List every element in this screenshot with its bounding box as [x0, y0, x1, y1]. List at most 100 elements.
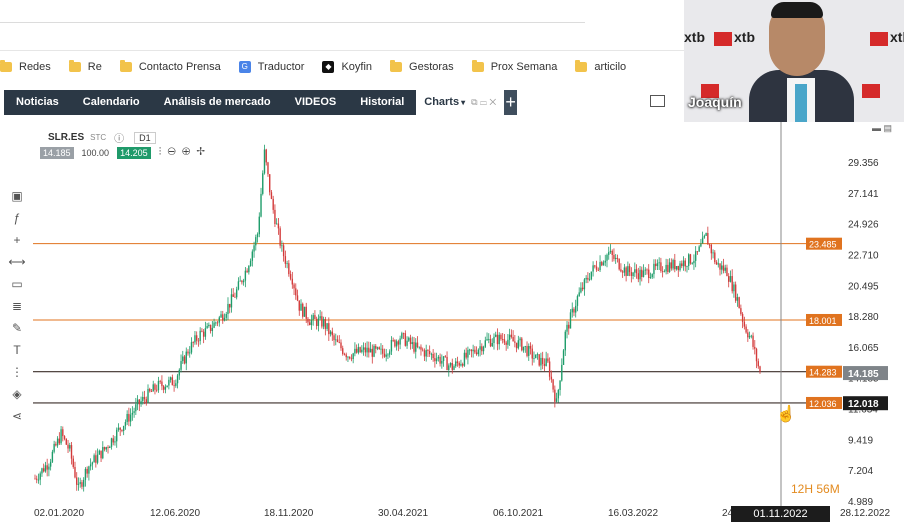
candle-body: [719, 263, 721, 270]
candle-body: [211, 327, 214, 332]
candle-body: [648, 269, 650, 279]
candle-body: [460, 364, 462, 366]
candle-body: [750, 335, 753, 337]
price-chart[interactable]: 29.356 27.141 24.926 22.710 20.495 18.280 16.0…: [0, 120, 904, 522]
candle-body: [291, 278, 294, 285]
candle-body: [510, 334, 513, 338]
candle-body: [533, 358, 535, 359]
candle-body: [82, 479, 85, 487]
candle-body: [465, 352, 467, 358]
tab-historial[interactable]: Historial: [348, 90, 416, 115]
candle-body: [726, 267, 728, 277]
layout-icon[interactable]: [650, 95, 665, 107]
candle-body: [613, 254, 615, 260]
candle-body: [244, 270, 247, 281]
bookmark-6[interactable]: Prox Semana: [471, 60, 558, 73]
candle-body: [486, 339, 488, 341]
candle-body: [154, 384, 156, 390]
candle-body: [493, 336, 495, 344]
candle-body: [754, 346, 756, 349]
candle-body: [578, 292, 580, 297]
candle-body: [665, 264, 667, 272]
bookmark-label: Gestoras: [409, 61, 454, 73]
add-tab-button[interactable]: +: [504, 90, 517, 115]
candle-body: [281, 245, 283, 247]
bookmark-3[interactable]: G Traductor: [238, 61, 304, 73]
xtb-logo-mark-2: [870, 32, 888, 46]
chart-window-controls-icon[interactable]: ▬ ▤: [872, 123, 892, 134]
candle-body: [122, 425, 125, 431]
bookmark-1[interactable]: Re: [68, 60, 102, 73]
candle-body: [216, 322, 219, 324]
candle-body: [289, 274, 292, 279]
candle-body: [688, 254, 690, 267]
candle-body: [599, 261, 601, 271]
candle-body: [606, 254, 608, 261]
tab-noticias[interactable]: Noticias: [4, 90, 71, 115]
candle-body: [288, 263, 290, 275]
presenter-hair: [771, 2, 823, 18]
candle-body: [528, 345, 530, 356]
candle-body: [468, 349, 471, 351]
candle-body: [65, 438, 67, 445]
candle-body: [712, 252, 714, 254]
tab-videos[interactable]: VIDEOS: [283, 90, 349, 115]
candle-body: [362, 347, 365, 350]
tab-calendario[interactable]: Calendario: [71, 90, 152, 115]
y-tick-label: 20.495: [848, 281, 879, 292]
candle-body: [399, 338, 401, 345]
candle-body: [317, 318, 320, 327]
candle-body: [42, 468, 45, 472]
bookmark-label: Prox Semana: [490, 61, 558, 73]
candle-body: [333, 335, 335, 341]
candle-body: [331, 331, 334, 336]
candle-body: [164, 387, 167, 390]
candle-body: [72, 458, 74, 467]
candle-body: [451, 362, 453, 370]
candle-body: [189, 352, 191, 354]
candle-body: [721, 265, 723, 270]
candle-body: [408, 337, 410, 341]
candle-body: [136, 399, 139, 405]
candle-body: [361, 349, 363, 353]
candle-body: [328, 323, 330, 335]
tab-window-controls-icon[interactable]: ⧉ ▭ ✕: [471, 97, 496, 107]
candle-body: [209, 324, 212, 332]
candle-body: [235, 289, 238, 298]
candle-body: [305, 306, 307, 319]
candle-body: [545, 358, 547, 366]
candle-body: [663, 271, 666, 273]
bookmark-4[interactable]: ◆ Koyfin: [322, 61, 372, 73]
candle-body: [215, 322, 217, 324]
bookmark-5[interactable]: Gestoras: [390, 60, 454, 73]
candle-body: [526, 346, 528, 356]
x-tick-label: 12.06.2020: [150, 508, 200, 519]
candle-body: [740, 308, 742, 314]
candle-body: [152, 384, 154, 392]
candle-body: [234, 296, 236, 298]
candle-body: [98, 450, 101, 455]
candle-body: [248, 266, 250, 273]
candle-body: [274, 209, 276, 225]
candle-body: [116, 429, 118, 442]
candle-body: [185, 351, 187, 364]
tab-charts[interactable]: Charts ▾ ⧉ ▭ ✕: [416, 90, 505, 115]
candle-body: [314, 315, 316, 319]
candle-body: [51, 451, 54, 462]
candle-body: [39, 473, 41, 480]
tab-analisis[interactable]: Análisis de mercado: [152, 90, 283, 115]
bookmark-0[interactable]: Redes: [0, 60, 51, 73]
bookmark-7[interactable]: articilo: [575, 60, 626, 73]
bookmark-2[interactable]: Contacto Prensa: [119, 60, 221, 73]
timer-minutes: 56: [816, 482, 830, 496]
candle-body: [411, 342, 413, 345]
candle-body: [461, 364, 464, 366]
x-tick-label: 18.11.2020: [264, 508, 314, 519]
candle-body: [552, 379, 554, 390]
candle-body: [324, 319, 327, 329]
candle-body: [488, 338, 490, 340]
candle-body: [404, 333, 407, 346]
candle-body: [455, 361, 457, 367]
candle-body: [555, 398, 558, 402]
candle-body: [142, 396, 144, 402]
